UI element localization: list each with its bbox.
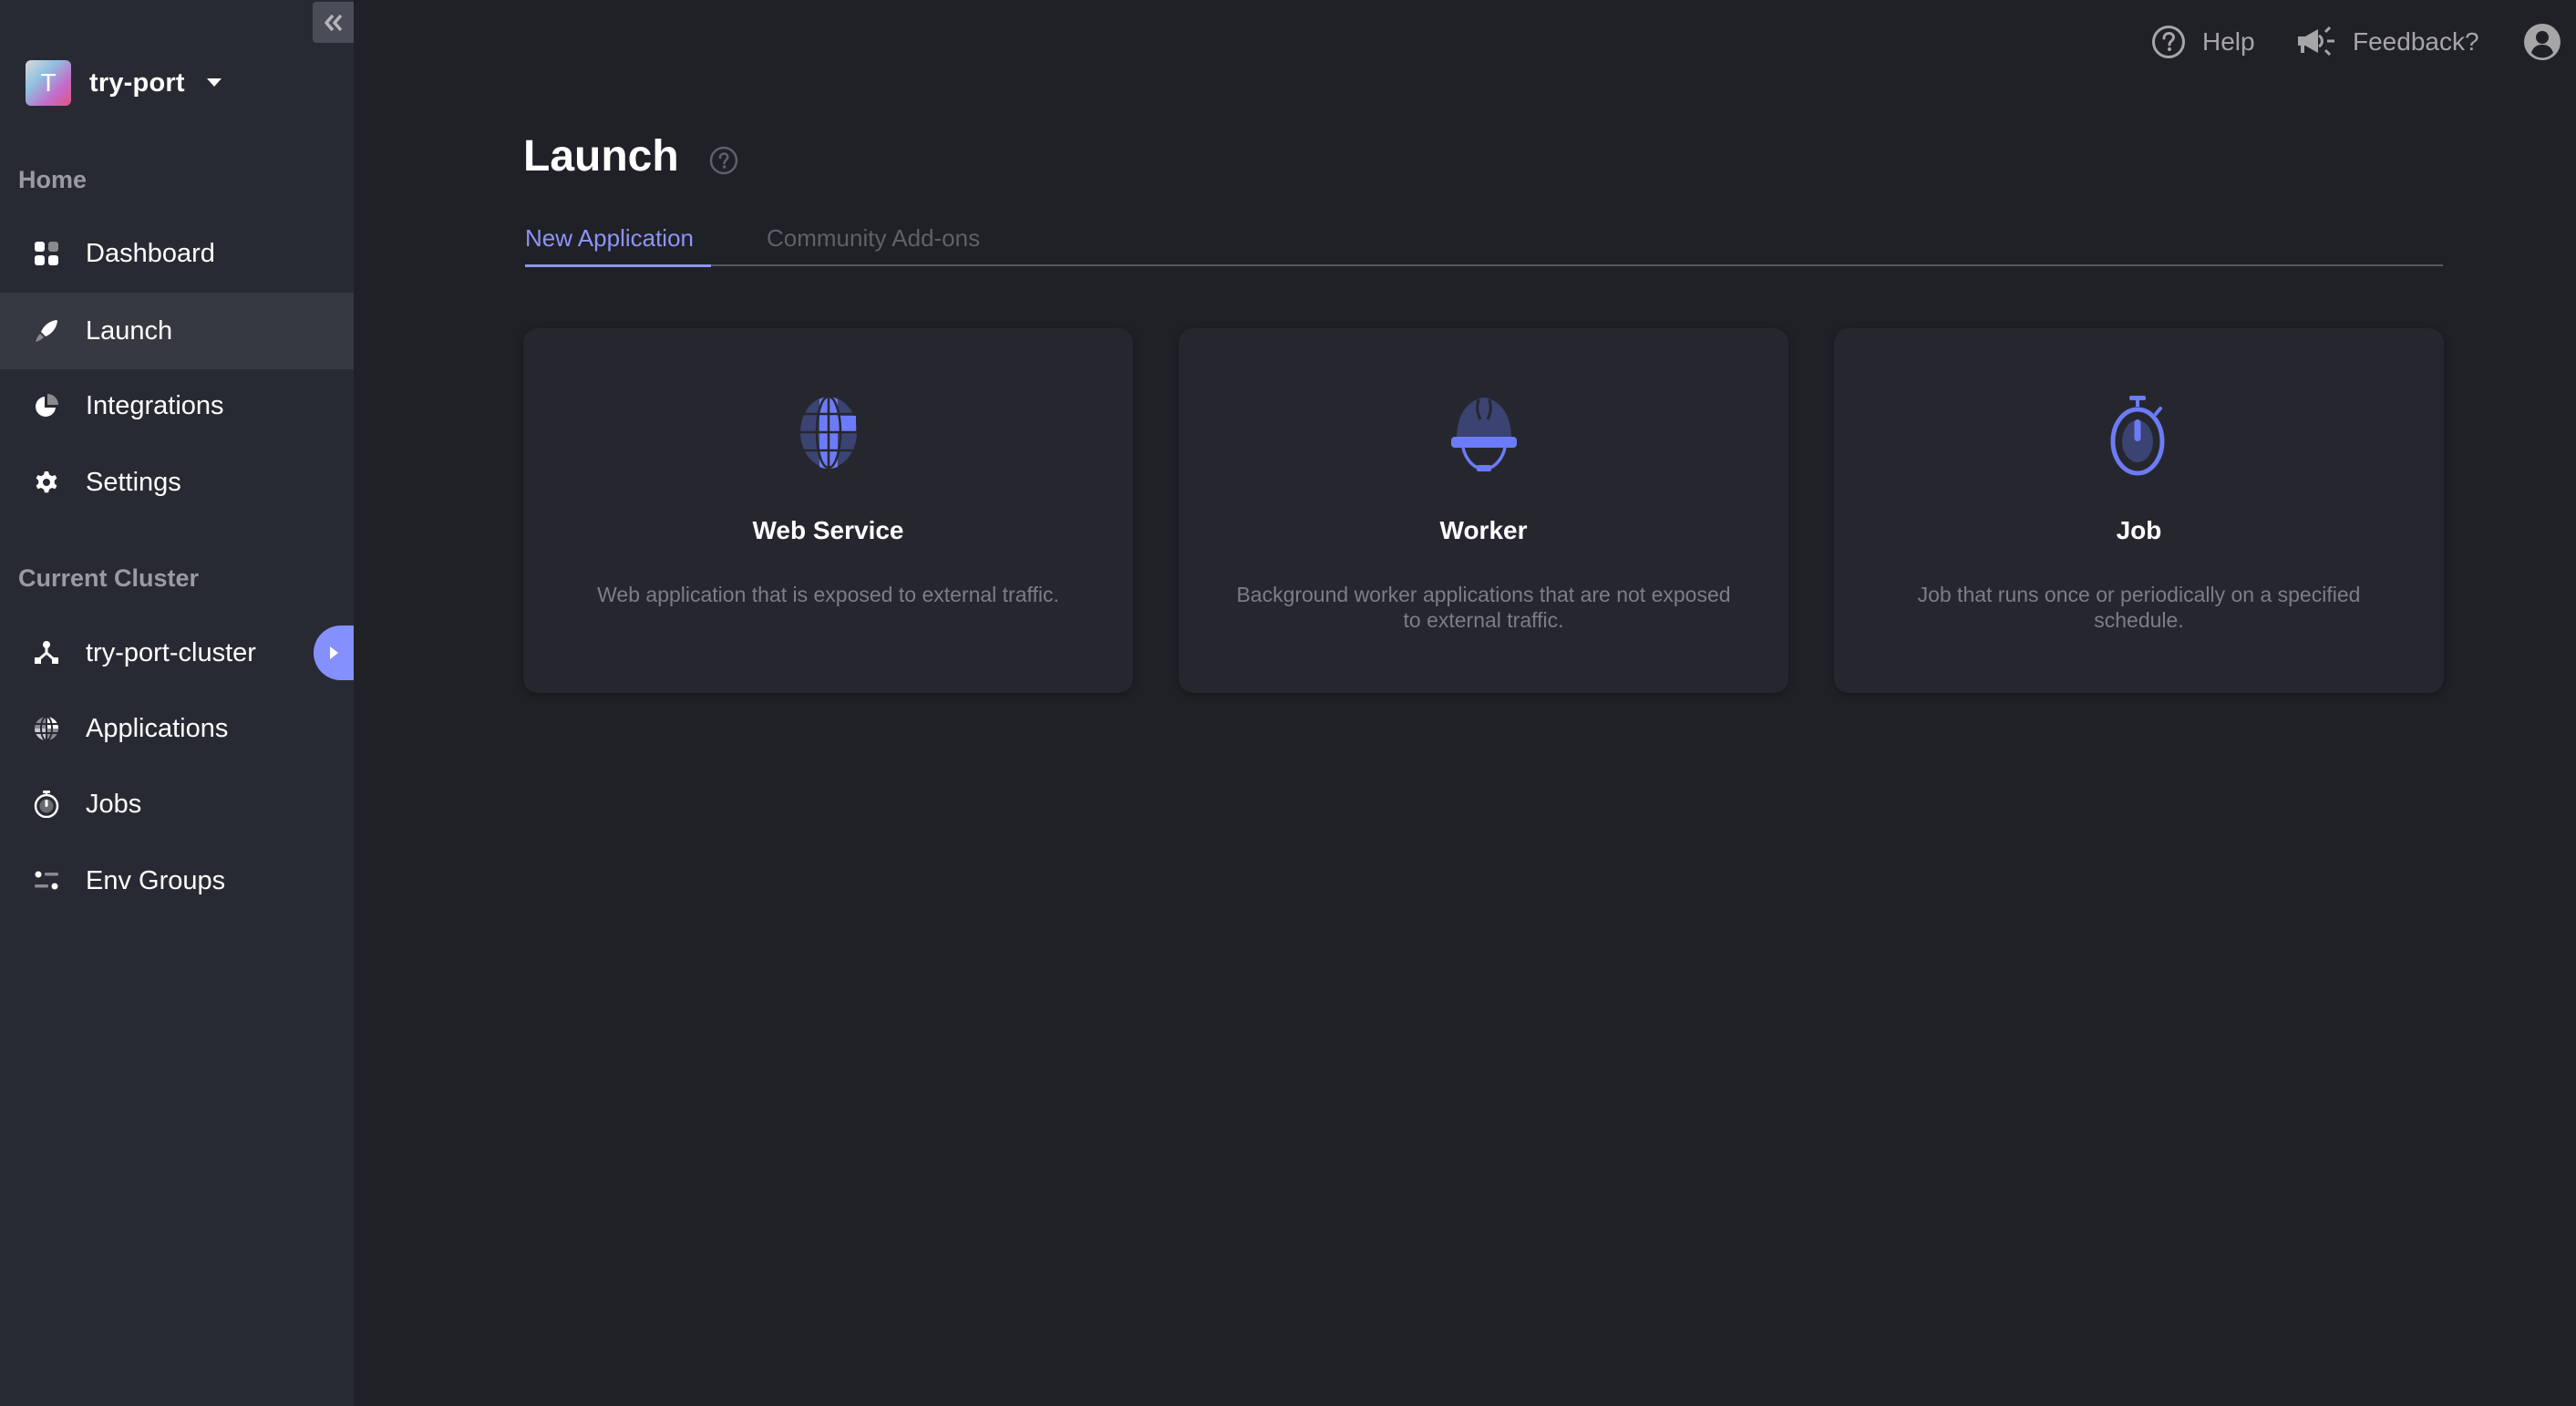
sidebar-item-label: Settings bbox=[86, 467, 181, 497]
card-description: Job that runs once or periodically on a … bbox=[1917, 583, 2361, 632]
sidebar: T try-port Home Dashboard Launch Integra… bbox=[0, 0, 354, 1406]
card-title: Job bbox=[2116, 516, 2162, 544]
user-account-button[interactable] bbox=[2524, 24, 2561, 60]
sidebar-item-dashboard[interactable]: Dashboard bbox=[0, 215, 354, 292]
cluster-nodes-icon bbox=[33, 639, 60, 667]
megaphone-icon bbox=[2298, 26, 2334, 57]
sidebar-item-settings[interactable]: Settings bbox=[0, 444, 354, 521]
sidebar-item-label: Env Groups bbox=[86, 865, 226, 895]
tab-new-application[interactable]: New Application bbox=[525, 219, 711, 267]
user-circle-icon bbox=[2524, 24, 2561, 60]
card-description: Web application that is exposed to exter… bbox=[597, 583, 1059, 606]
help-circle-icon bbox=[709, 146, 738, 175]
section-label-home: Home bbox=[18, 166, 88, 193]
help-label: Help bbox=[2202, 27, 2255, 56]
page-title: Launch bbox=[523, 132, 679, 181]
sidebar-item-label: try-port-cluster bbox=[86, 637, 256, 667]
card-title: Worker bbox=[1439, 516, 1528, 544]
env-groups-icon bbox=[33, 867, 60, 894]
sidebar-item-label: Dashboard bbox=[86, 238, 215, 268]
stopwatch-icon bbox=[2110, 396, 2164, 476]
globe-icon bbox=[33, 715, 60, 742]
sidebar-item-integrations[interactable]: Integrations bbox=[0, 367, 354, 444]
feedback-label: Feedback? bbox=[2353, 27, 2479, 56]
sidebar-item-jobs[interactable]: Jobs bbox=[0, 766, 354, 843]
sidebar-item-label: Applications bbox=[86, 713, 229, 743]
help-button[interactable]: Help bbox=[2151, 24, 2255, 60]
gear-icon bbox=[33, 469, 60, 496]
sidebar-item-launch[interactable]: Launch bbox=[0, 293, 354, 369]
page-help-button[interactable] bbox=[709, 146, 738, 180]
double-chevron-left-icon bbox=[324, 14, 342, 31]
caret-down-icon bbox=[206, 78, 222, 87]
rocket-icon bbox=[33, 317, 60, 345]
section-label-current-cluster: Current Cluster bbox=[18, 564, 200, 592]
card-description: Background worker applications that are … bbox=[1236, 583, 1731, 632]
sidebar-item-applications[interactable]: Applications bbox=[0, 690, 354, 767]
card-web-service[interactable]: Web Service Web application that is expo… bbox=[523, 328, 1133, 693]
workspace-selector[interactable]: T try-port bbox=[26, 60, 222, 106]
card-worker[interactable]: Worker Background worker applications th… bbox=[1179, 328, 1788, 693]
tab-community-add-ons[interactable]: Community Add-ons bbox=[767, 219, 980, 266]
hard-hat-icon bbox=[1450, 398, 1517, 471]
collapse-sidebar-button[interactable] bbox=[313, 2, 354, 43]
workspace-avatar: T bbox=[26, 60, 71, 106]
sidebar-item-label: Jobs bbox=[86, 789, 142, 819]
feedback-button[interactable]: Feedback? bbox=[2296, 24, 2479, 60]
globe-icon bbox=[799, 396, 858, 469]
sidebar-item-label: Launch bbox=[86, 315, 173, 346]
sidebar-item-label: Integrations bbox=[86, 390, 224, 420]
sidebar-item-env-groups[interactable]: Env Groups bbox=[0, 843, 354, 919]
card-job[interactable]: Job Job that runs once or periodically o… bbox=[1834, 328, 2444, 693]
caret-right-icon bbox=[329, 646, 338, 659]
dashboard-grid-icon bbox=[33, 240, 60, 267]
workspace-avatar-letter: T bbox=[40, 68, 57, 97]
workspace-name: try-port bbox=[89, 67, 185, 98]
help-circle-icon bbox=[2152, 26, 2185, 58]
card-title: Web Service bbox=[752, 516, 904, 544]
stopwatch-icon bbox=[33, 791, 60, 818]
sidebar-item-cluster[interactable]: try-port-cluster bbox=[0, 615, 354, 691]
launch-tabs: New Application Community Add-ons bbox=[525, 219, 2443, 267]
pie-chart-icon bbox=[33, 392, 60, 419]
